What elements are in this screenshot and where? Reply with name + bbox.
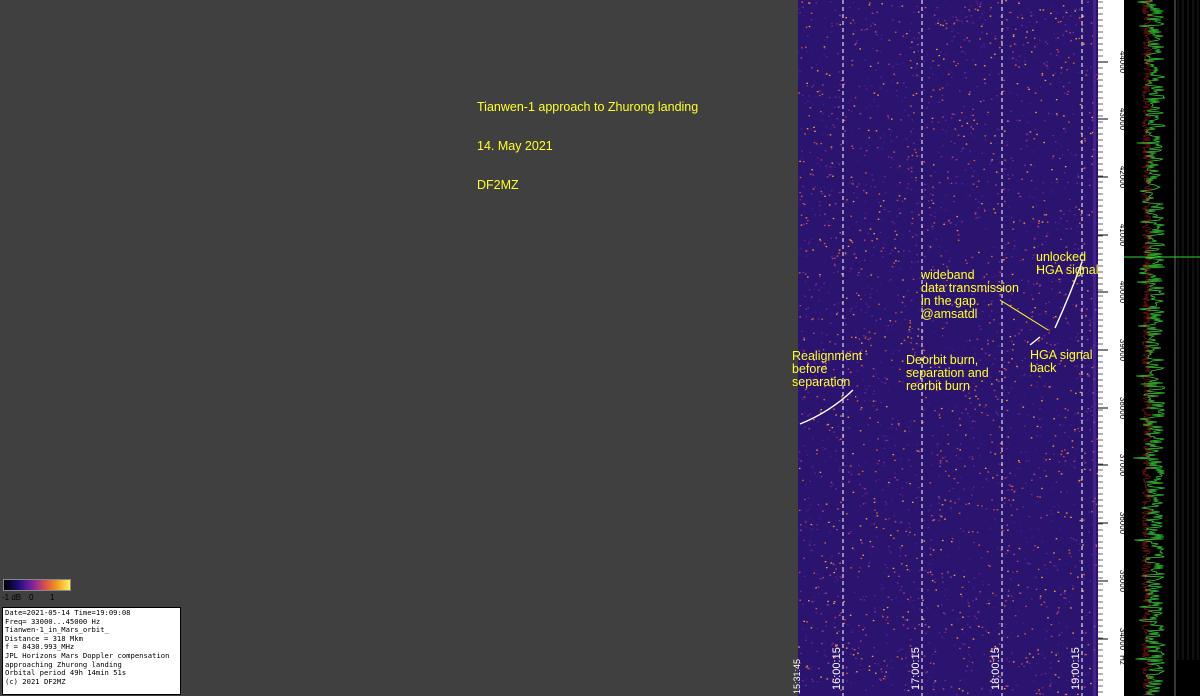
scope-bg-rect bbox=[1124, 0, 1200, 696]
annotation-realignment: Realignment before separation bbox=[792, 349, 863, 389]
colorbar-gradient bbox=[3, 579, 71, 591]
annotation-unlocked: unlocked HGA signal bbox=[1036, 250, 1099, 277]
info-line: (c) 2021 DF2MZ bbox=[5, 677, 66, 686]
annotation-wideband: wideband data transmission in the gap @a… bbox=[921, 268, 1019, 321]
info-line: Orbital period 49h 14min 51s bbox=[5, 669, 127, 678]
spectrogram-screen: 16:00:15 17:00:15 18:00:15 19:00:15 15:31:45… bbox=[0, 0, 1200, 696]
info-panel: Date=2021-05-14 Time=19:09:08 Freq= 3300… bbox=[2, 607, 181, 695]
info-line: Tianwen-1_in_Mars_orbit_ bbox=[5, 626, 109, 635]
scope-background bbox=[1124, 0, 1200, 696]
title-line-3: DF2MZ bbox=[477, 178, 519, 192]
title-line-2: 14. May 2021 bbox=[477, 139, 553, 153]
annotation-deorbit: Deorbit burn, separation and reorbit bur… bbox=[906, 353, 989, 393]
colorbar-label-left: -1 dB bbox=[2, 593, 22, 602]
colorbar-label-mid: 0 bbox=[29, 593, 34, 602]
info-line: approaching Zhurong landing bbox=[5, 660, 122, 669]
colorbar-label-right: 1 bbox=[50, 593, 55, 602]
title-block: Tianwen-1 approach to Zhurong landing 14… bbox=[477, 75, 698, 218]
info-line: f = 8430.993_MHz bbox=[5, 643, 75, 652]
info-line: Date=2021-05-14 Time=19:09:08 bbox=[5, 609, 131, 617]
info-line: Freq= 33000...45000 Hz bbox=[5, 617, 101, 626]
info-line: Distance = 318 Mkm bbox=[5, 634, 83, 643]
annotation-hga-back: HGA signal back bbox=[1030, 348, 1093, 375]
info-line: JPL Horizons Mars Doppler compensation bbox=[5, 651, 170, 660]
colorbar: -1 dB 0 1 bbox=[2, 578, 71, 606]
title-line-1: Tianwen-1 approach to Zhurong landing bbox=[477, 100, 699, 114]
